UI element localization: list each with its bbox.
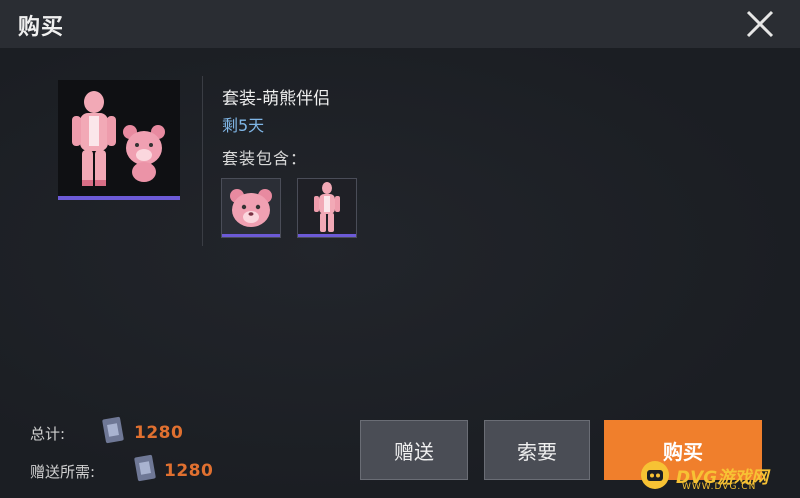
total-label: 总计:: [30, 425, 66, 443]
item-preview-image: [58, 80, 180, 200]
rarity-bar: [58, 196, 180, 200]
rarity-bar: [298, 234, 356, 237]
includes-label: 套装包含：: [222, 149, 308, 168]
close-button[interactable]: [740, 6, 780, 42]
pink-suit-figure: [72, 91, 116, 186]
coupon-icon: [134, 454, 156, 482]
close-icon: [746, 10, 774, 38]
remaining-time: 剩5天: [222, 116, 265, 135]
watermark-subtext: WWW.DVG.CN: [682, 482, 757, 492]
watermark-logo-icon: [641, 461, 669, 489]
dialog-header: 购买: [0, 0, 800, 49]
divider: [202, 76, 203, 246]
gift-price: 1280: [164, 461, 214, 481]
coupon-icon: [102, 416, 124, 444]
ask-button[interactable]: 索要: [484, 420, 590, 480]
pink-suit-icon: [314, 182, 340, 232]
total-price: 1280: [134, 423, 184, 443]
bear-head-icon: [230, 189, 272, 227]
set-name: 套装-萌熊伴侣: [222, 89, 331, 109]
dialog-title: 购买: [18, 15, 65, 40]
bear-head-figure: [123, 125, 165, 182]
included-item-suit[interactable]: [297, 178, 357, 238]
rarity-bar: [222, 234, 280, 237]
included-item-bear-head[interactable]: [221, 178, 281, 238]
gift-button[interactable]: 赠送: [360, 420, 468, 480]
gift-cost-label: 赠送所需:: [30, 463, 96, 481]
